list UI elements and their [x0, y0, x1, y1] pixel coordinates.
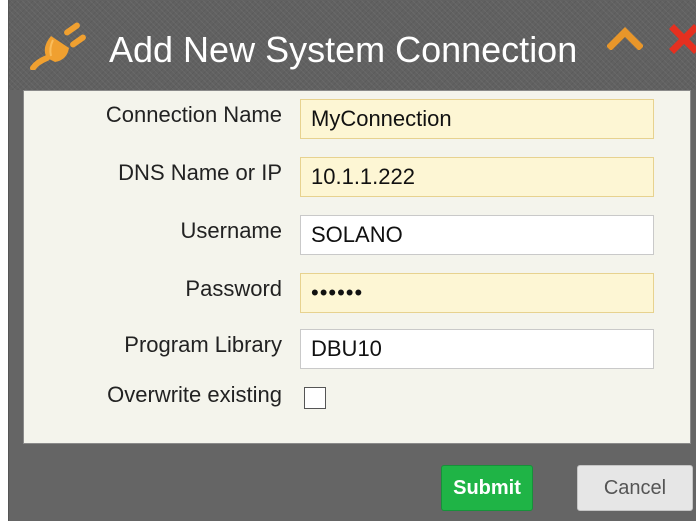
username-field[interactable] [300, 215, 654, 255]
plug-icon [30, 22, 86, 70]
overwrite-existing-checkbox[interactable] [304, 387, 326, 409]
connection-form: Connection Name DNS Name or IP Username … [23, 90, 691, 444]
overwrite-existing-label: Overwrite existing [107, 382, 282, 407]
dialog-title: Add New System Connection [109, 29, 578, 70]
close-icon[interactable] [669, 24, 696, 54]
submit-button[interactable]: Submit [441, 465, 533, 511]
dialog-titlebar[interactable]: Add New System Connection [9, 0, 696, 90]
chevron-up-icon[interactable] [607, 26, 643, 50]
password-field[interactable] [300, 273, 654, 313]
dns-name-field[interactable] [300, 157, 654, 197]
program-library-label: Program Library [124, 332, 282, 357]
password-label: Password [185, 276, 282, 301]
cancel-button[interactable]: Cancel [577, 465, 693, 511]
connection-name-label: Connection Name [105, 102, 282, 127]
dns-name-label: DNS Name or IP [118, 160, 282, 185]
connection-name-field[interactable] [300, 99, 654, 139]
username-label: Username [180, 218, 282, 243]
program-library-field[interactable] [300, 329, 654, 369]
add-connection-dialog: Add New System Connection Connection Nam… [8, 0, 696, 521]
